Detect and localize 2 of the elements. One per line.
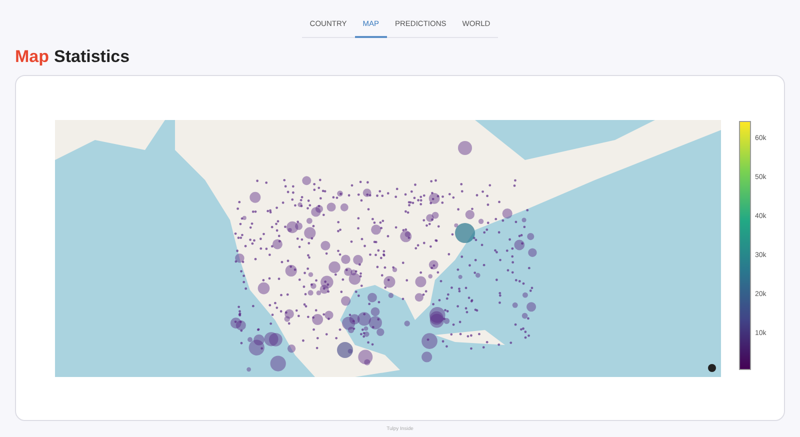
heading-accent: Map <box>15 47 49 67</box>
page-heading: Statistics <box>54 47 130 67</box>
